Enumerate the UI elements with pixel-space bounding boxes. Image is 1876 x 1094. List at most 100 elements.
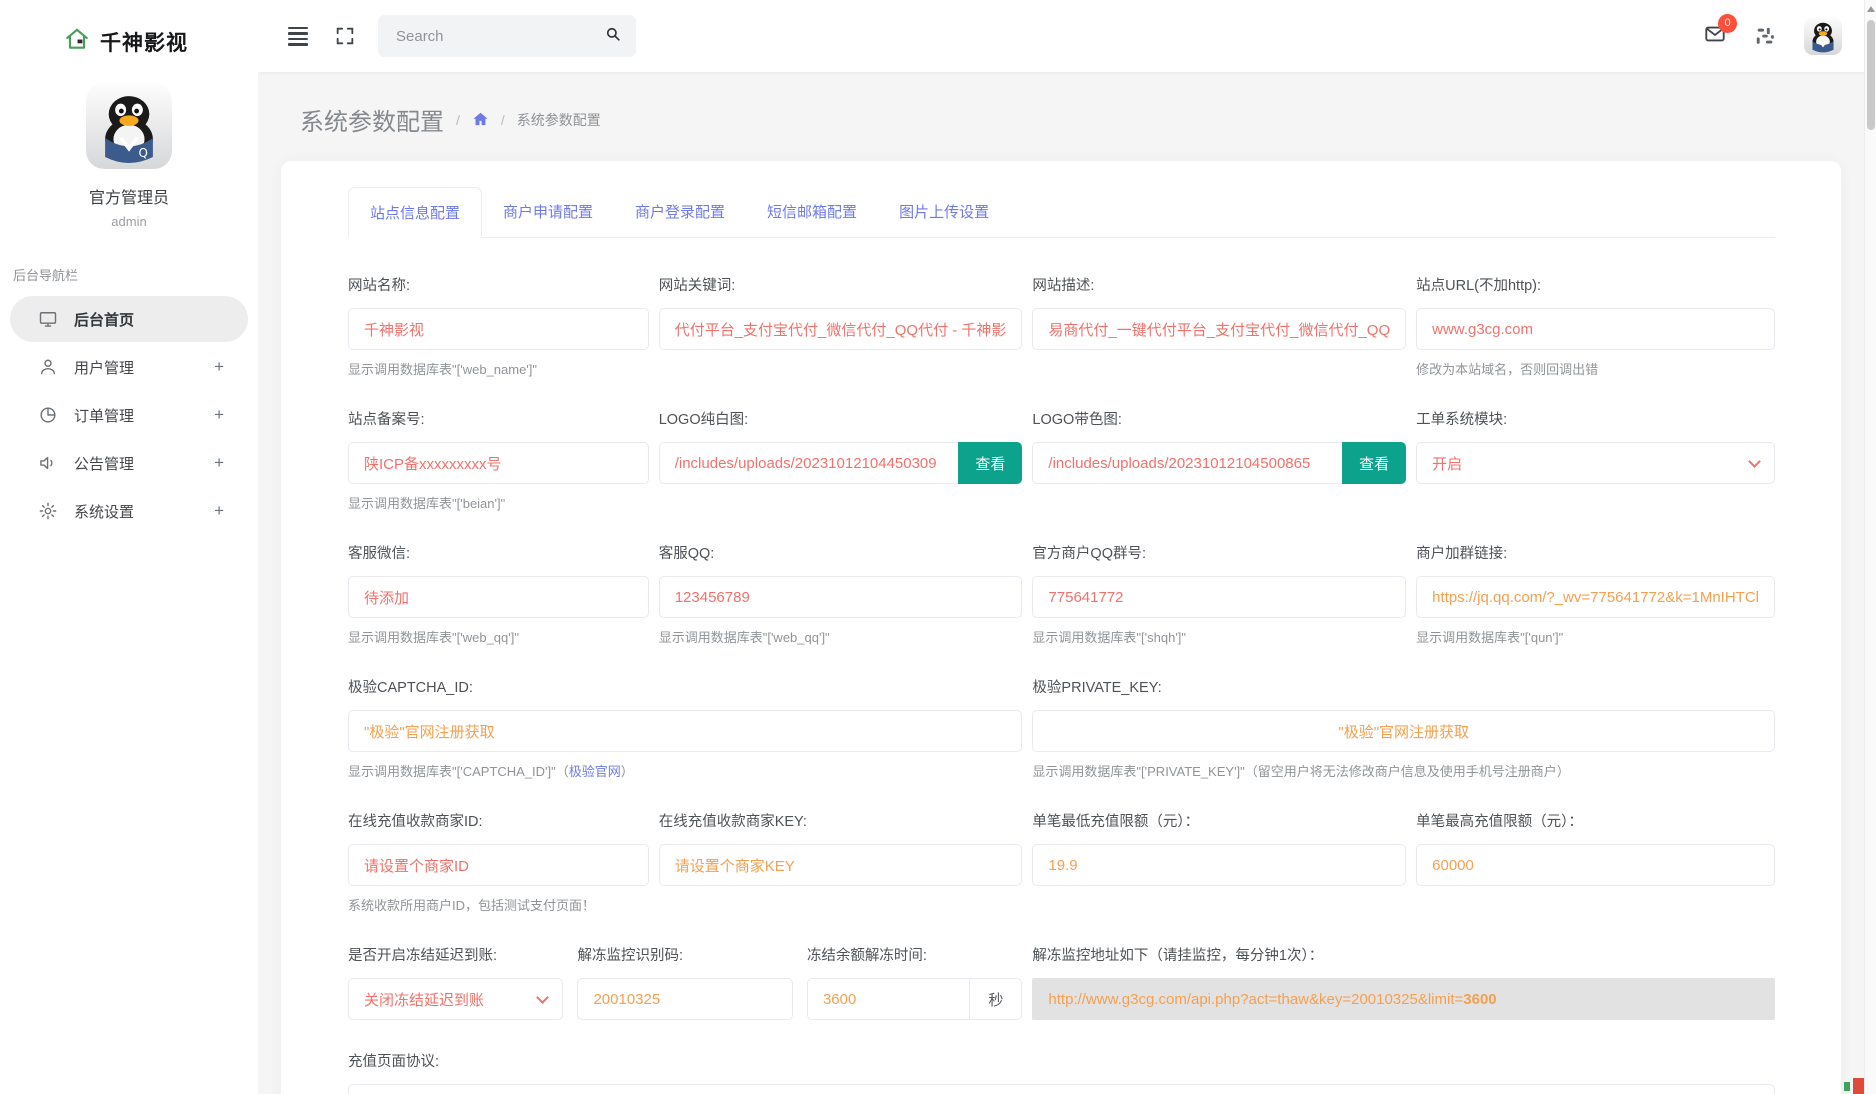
field-monitor-url: 解冻监控地址如下（请挂监控，每分钟1次）： http://www.g3cg.co… bbox=[1032, 944, 1775, 1020]
qq-input[interactable]: 123456789 bbox=[659, 576, 1023, 618]
min-amount-input[interactable]: 19.9 bbox=[1032, 844, 1406, 886]
field-label: 解冻监控识别码: bbox=[577, 944, 792, 965]
field-label: 工单系统模块: bbox=[1416, 408, 1775, 429]
sidebar-item-settings[interactable]: 系统设置 + bbox=[10, 488, 248, 534]
mail-button[interactable]: 0 bbox=[1704, 23, 1726, 50]
field-label: 客服微信: bbox=[348, 542, 649, 563]
brand-house-icon bbox=[64, 26, 90, 57]
mail-icon bbox=[1704, 32, 1726, 49]
field-helper: 系统收款所用商户ID，包括测试支付页面！ bbox=[348, 895, 649, 914]
field-qq: 客服QQ: 123456789 显示调用数据库表"['web_qq']" bbox=[659, 542, 1023, 646]
tab-merchant-login[interactable]: 商户登录配置 bbox=[614, 187, 746, 237]
captcha-id-input[interactable]: "极验"官网注册获取 bbox=[348, 710, 1022, 752]
freeze-delay-select[interactable]: 关闭冻结延迟到账 bbox=[348, 978, 563, 1020]
description-input[interactable]: 易商代付_一键代付平台_支付宝代付_微信代付_QQ bbox=[1032, 308, 1406, 350]
sidebar-item-dashboard[interactable]: 后台首页 bbox=[10, 296, 248, 342]
logo-white-input[interactable]: /includes/uploads/20231012104450309 bbox=[659, 442, 959, 484]
speaker-icon bbox=[38, 453, 58, 473]
page-scrollbar[interactable] bbox=[1864, 0, 1876, 1094]
brand[interactable]: 千神影视 bbox=[0, 0, 258, 57]
field-min-amount: 单笔最低充值限额（元）： 19.9 bbox=[1032, 810, 1406, 914]
merchant-id-input[interactable]: 请设置个商家ID bbox=[348, 844, 649, 886]
freeze-time-input[interactable]: 3600 秒 bbox=[807, 978, 1022, 1020]
field-helper: 显示调用数据库表"['PRIVATE_KEY']"（留空用户将无法修改商户信息及… bbox=[1032, 761, 1775, 780]
field-helper: 显示调用数据库表"['qun']" bbox=[1416, 627, 1775, 646]
plus-icon: + bbox=[214, 453, 224, 473]
monitor-code-input[interactable]: 20010325 bbox=[577, 978, 792, 1020]
tab-merchant-apply[interactable]: 商户申请配置 bbox=[482, 187, 614, 237]
view-logo-white-button[interactable]: 查看 bbox=[958, 442, 1022, 484]
field-helper: 显示调用数据库表"['web_qq']" bbox=[659, 627, 1023, 646]
sidebar-item-label: 系统设置 bbox=[74, 501, 134, 522]
search-icon[interactable] bbox=[604, 25, 622, 48]
profile-avatar[interactable] bbox=[1804, 17, 1842, 55]
field-helper: 修改为本站域名，否则回调出错 bbox=[1416, 359, 1775, 378]
agreement-textarea[interactable]: 注意：在线充值将收取%手续费用，免手续费可联系人工加款最低充值500起。 bbox=[348, 1084, 1775, 1094]
geetest-link[interactable]: 极验官网 bbox=[569, 764, 621, 779]
sidebar-item-label: 用户管理 bbox=[74, 357, 134, 378]
svg-text:Q: Q bbox=[139, 146, 148, 160]
tab-image-upload[interactable]: 图片上传设置 bbox=[878, 187, 1010, 237]
field-label: 网站名称: bbox=[348, 274, 649, 295]
chevron-down-icon bbox=[537, 991, 550, 1004]
merchant-key-input[interactable]: 请设置个商家KEY bbox=[659, 844, 1023, 886]
field-label: 商户加群链接: bbox=[1416, 542, 1775, 563]
field-beian: 站点备案号: 陕ICP备xxxxxxxxx号 显示调用数据库表"['beian'… bbox=[348, 408, 649, 512]
settings-form: 网站名称: 千神影视 显示调用数据库表"['web_name']" 网站关键词:… bbox=[348, 274, 1775, 1094]
sidebar-item-label: 后台首页 bbox=[74, 309, 134, 330]
field-merchant-id: 在线充值收款商家ID: 请设置个商家ID 系统收款所用商户ID，包括测试支付页面… bbox=[348, 810, 649, 914]
apps-icon[interactable] bbox=[1754, 25, 1776, 47]
tab-sms-email[interactable]: 短信邮箱配置 bbox=[746, 187, 878, 237]
fullscreen-icon[interactable] bbox=[334, 25, 356, 47]
logo-color-input[interactable]: /includes/uploads/20231012104500865 bbox=[1032, 442, 1342, 484]
field-agreement: 充值页面协议: 注意：在线充值将收取%手续费用，免手续费可联系人工加款最低充值5… bbox=[348, 1050, 1775, 1094]
tab-bar: 站点信息配置 商户申请配置 商户登录配置 短信邮箱配置 图片上传设置 bbox=[348, 187, 1775, 238]
plus-icon: + bbox=[214, 405, 224, 425]
sidebar-item-announcements[interactable]: 公告管理 + bbox=[10, 440, 248, 486]
sidebar-item-users[interactable]: 用户管理 + bbox=[10, 344, 248, 390]
field-private-key: 极验PRIVATE_KEY: "极验"官网注册获取 显示调用数据库表"['PRI… bbox=[1032, 676, 1775, 780]
sidebar-item-orders[interactable]: 订单管理 + bbox=[10, 392, 248, 438]
field-merchant-key: 在线充值收款商家KEY: 请设置个商家KEY bbox=[659, 810, 1023, 914]
field-helper: 显示调用数据库表"['beian']" bbox=[348, 493, 649, 512]
beian-input[interactable]: 陕ICP备xxxxxxxxx号 bbox=[348, 442, 649, 484]
corner-red-widget[interactable] bbox=[1853, 1078, 1864, 1094]
wechat-input[interactable]: 待添加 bbox=[348, 576, 649, 618]
monitor-url-box: http://www.g3cg.com/api.php?act=thaw&key… bbox=[1032, 978, 1775, 1020]
field-label: 网站关键词: bbox=[659, 274, 1023, 295]
search-box[interactable] bbox=[378, 15, 636, 57]
field-label: LOGO纯白图: bbox=[659, 408, 1023, 429]
field-label: 冻结余额解冻时间: bbox=[807, 944, 1022, 965]
ticket-module-select[interactable]: 开启 bbox=[1416, 442, 1775, 484]
search-input[interactable] bbox=[396, 28, 604, 45]
plus-icon: + bbox=[214, 357, 224, 377]
main-content: 系统参数配置 / / 系统参数配置 站点信息配置 商户申请配置 商户登录配置 短… bbox=[258, 0, 1876, 1094]
site-name-input[interactable]: 千神影视 bbox=[348, 308, 649, 350]
menu-toggle-icon[interactable] bbox=[288, 27, 308, 46]
field-label: 站点URL(不加http): bbox=[1416, 274, 1775, 295]
view-logo-color-button[interactable]: 查看 bbox=[1342, 442, 1406, 484]
field-qq-group: 官方商户QQ群号: 775641772 显示调用数据库表"['shqh']" bbox=[1032, 542, 1406, 646]
scroll-up-arrow-icon[interactable] bbox=[1867, 6, 1875, 12]
field-label: 单笔最低充值限额（元）： bbox=[1032, 810, 1406, 831]
user-avatar[interactable]: Q bbox=[86, 83, 172, 169]
home-icon[interactable] bbox=[472, 109, 489, 131]
pie-chart-icon bbox=[38, 405, 58, 425]
private-key-input[interactable]: "极验"官网注册获取 bbox=[1032, 710, 1775, 752]
monitor-url-link[interactable]: http://www.g3cg.com/api.php?act=thaw&key… bbox=[1048, 991, 1463, 1008]
scrollbar-thumb[interactable] bbox=[1867, 20, 1875, 130]
tab-site-info[interactable]: 站点信息配置 bbox=[348, 187, 482, 238]
user-name: 官方管理员 bbox=[0, 184, 258, 208]
field-label: 网站描述: bbox=[1032, 274, 1406, 295]
max-amount-input[interactable]: 60000 bbox=[1416, 844, 1775, 886]
field-label: LOGO带色图: bbox=[1032, 408, 1406, 429]
qq-group-input[interactable]: 775641772 bbox=[1032, 576, 1406, 618]
keywords-input[interactable]: 代付平台_支付宝代付_微信代付_QQ代付 - 千神影 bbox=[659, 308, 1023, 350]
field-helper: 显示调用数据库表"['CAPTCHA_ID']"（极验官网） bbox=[348, 761, 1022, 780]
user-icon bbox=[38, 357, 58, 377]
group-link-input[interactable]: https://jq.qq.com/?_wv=775641772&k=1MnIH… bbox=[1416, 576, 1775, 618]
field-helper: 显示调用数据库表"['web_name']" bbox=[348, 359, 649, 378]
field-label: 单笔最高充值限额（元）： bbox=[1416, 810, 1775, 831]
field-keywords: 网站关键词: 代付平台_支付宝代付_微信代付_QQ代付 - 千神影 bbox=[659, 274, 1023, 378]
site-url-input[interactable]: www.g3cg.com bbox=[1416, 308, 1775, 350]
